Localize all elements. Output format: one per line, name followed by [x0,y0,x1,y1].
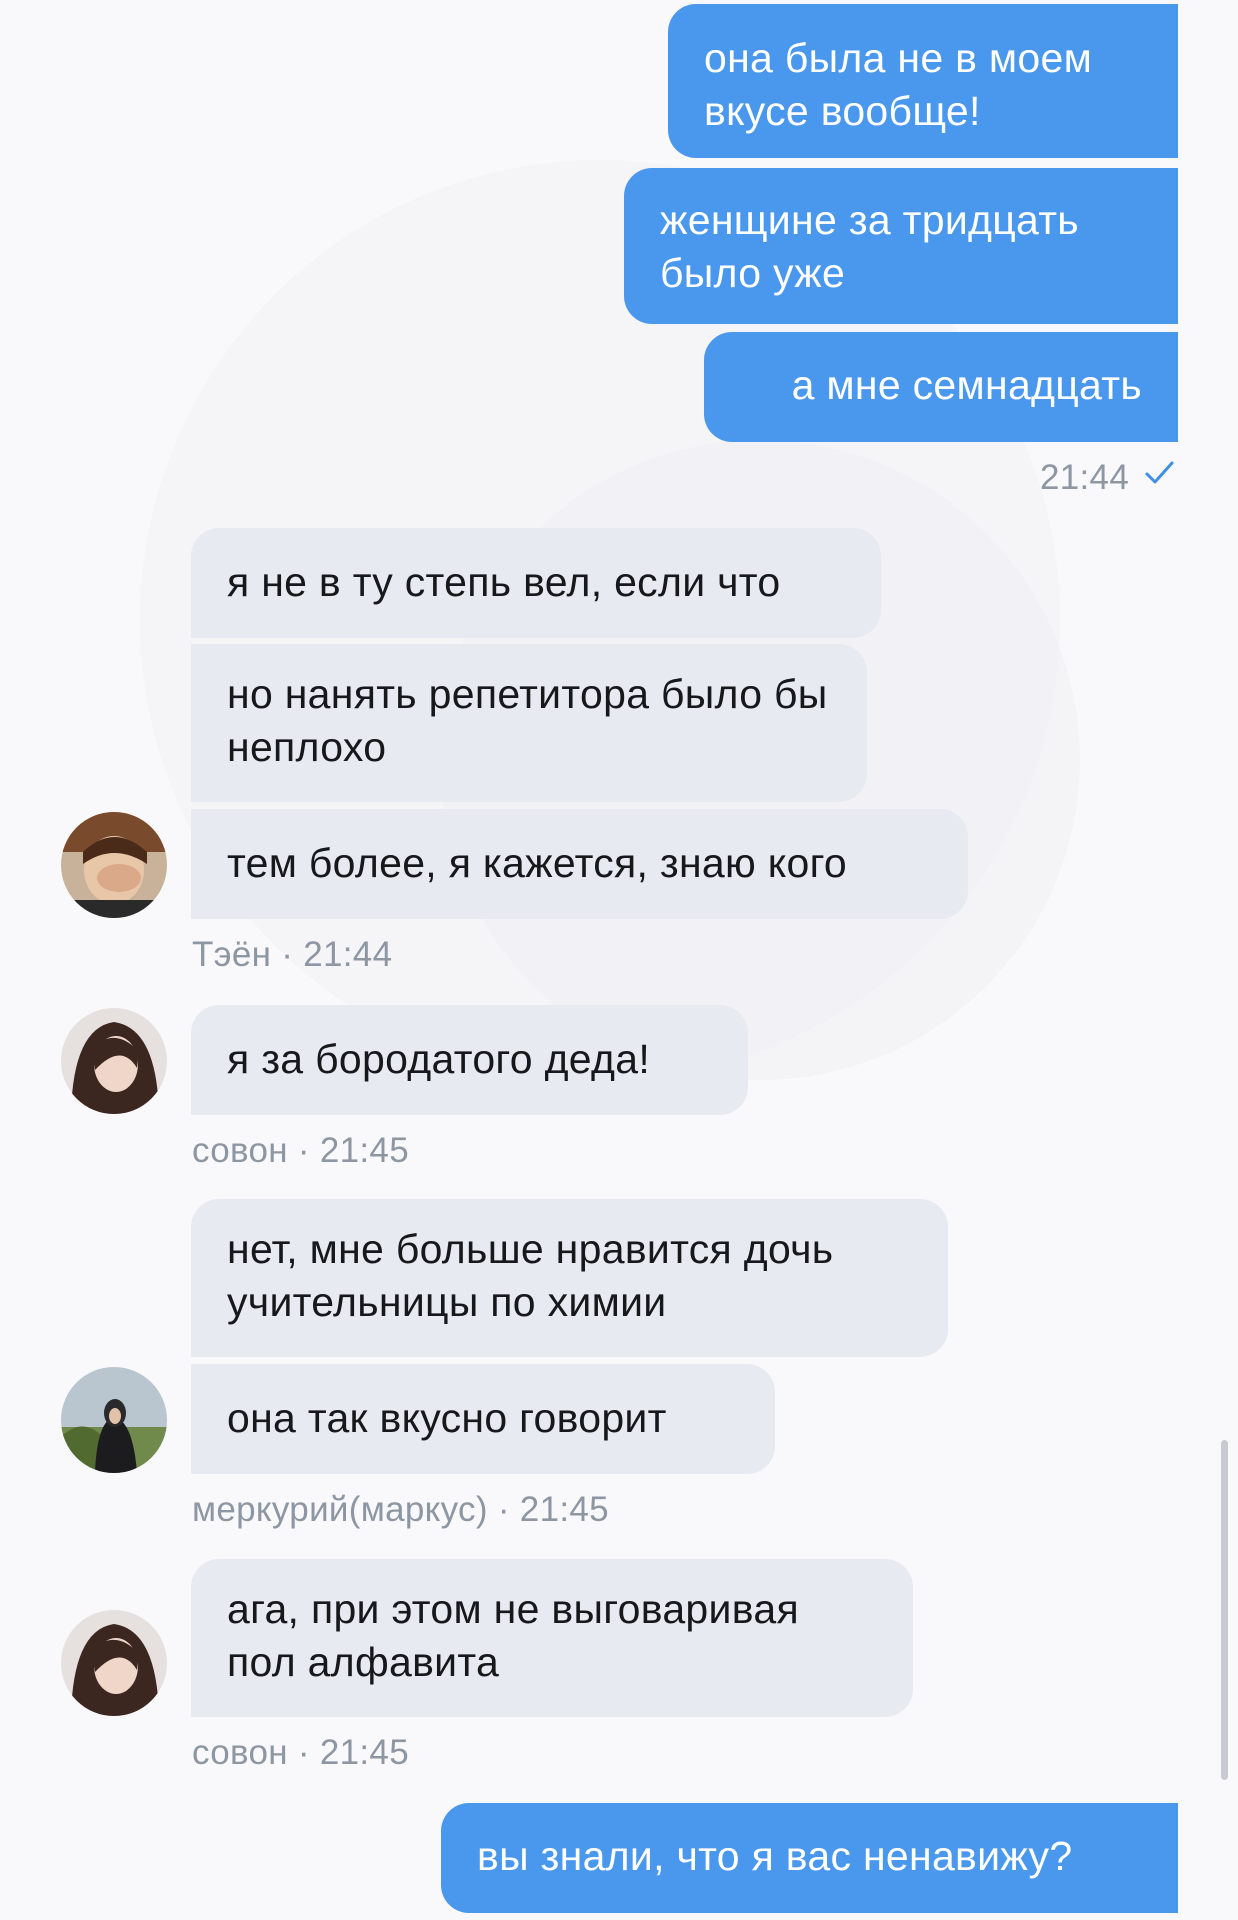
avatar[interactable] [61,1008,167,1114]
outgoing-message[interactable]: вы знали, что я вас ненавижу? [441,1803,1178,1913]
sender-name[interactable]: Тэён [192,935,271,974]
scrollbar[interactable] [1221,1440,1228,1780]
message-text: женщине за тридцать было уже [660,197,1079,296]
sender-line: совон · 21:45 [192,1733,409,1773]
message-time: · 21:45 [497,1490,609,1529]
message-text: она была не в моем вкусе вообще! [704,35,1093,134]
message-text: вы знали, что я вас ненавижу? [477,1833,1073,1879]
message-text: но нанять репетитора было бы неплохо [227,671,828,770]
message-text: ага, при этом не выговаривая пол алфавит… [227,1586,799,1685]
sender-line: меркурий(маркус) · 21:45 [192,1490,609,1530]
incoming-message[interactable]: ага, при этом не выговаривая пол алфавит… [191,1559,913,1717]
incoming-message[interactable]: нет, мне больше нравится дочь учительниц… [191,1199,948,1357]
sender-line: Тэён · 21:44 [192,935,392,975]
message-time: 21:44 [1040,458,1130,497]
sender-name[interactable]: совон [192,1131,288,1170]
message-text: она так вкусно говорит [227,1395,667,1441]
sender-name[interactable]: совон [192,1733,288,1772]
avatar[interactable] [61,1610,167,1716]
avatar[interactable] [61,1367,167,1473]
outgoing-message[interactable]: она была не в моем вкусе вообще! [668,4,1178,158]
sender-line: совон · 21:45 [192,1131,409,1171]
incoming-message[interactable]: я за бородатого деда! [191,1005,748,1115]
incoming-message[interactable]: она так вкусно говорит [191,1364,775,1474]
sender-name[interactable]: меркурий(маркус) [192,1490,488,1529]
message-text: я не в ту степь вел, если что [227,559,781,605]
incoming-message[interactable]: тем более, я кажется, знаю кого [191,809,968,919]
incoming-message[interactable]: но нанять репетитора было бы неплохо [191,644,867,802]
message-time: · 21:44 [281,935,393,974]
incoming-message[interactable]: я не в ту степь вел, если что [191,528,881,638]
outgoing-message[interactable]: женщине за тридцать было уже [624,168,1178,324]
outgoing-message[interactable]: а мне семнадцать [704,332,1178,442]
check-icon [1142,455,1178,500]
message-text: а мне семнадцать [791,362,1142,408]
message-text: нет, мне больше нравится дочь учительниц… [227,1226,834,1325]
message-time: · 21:45 [297,1733,409,1772]
message-time: · 21:45 [297,1131,409,1170]
message-text: я за бородатого деда! [227,1036,651,1082]
message-text: тем более, я кажется, знаю кого [227,840,848,886]
avatar[interactable] [61,812,167,918]
